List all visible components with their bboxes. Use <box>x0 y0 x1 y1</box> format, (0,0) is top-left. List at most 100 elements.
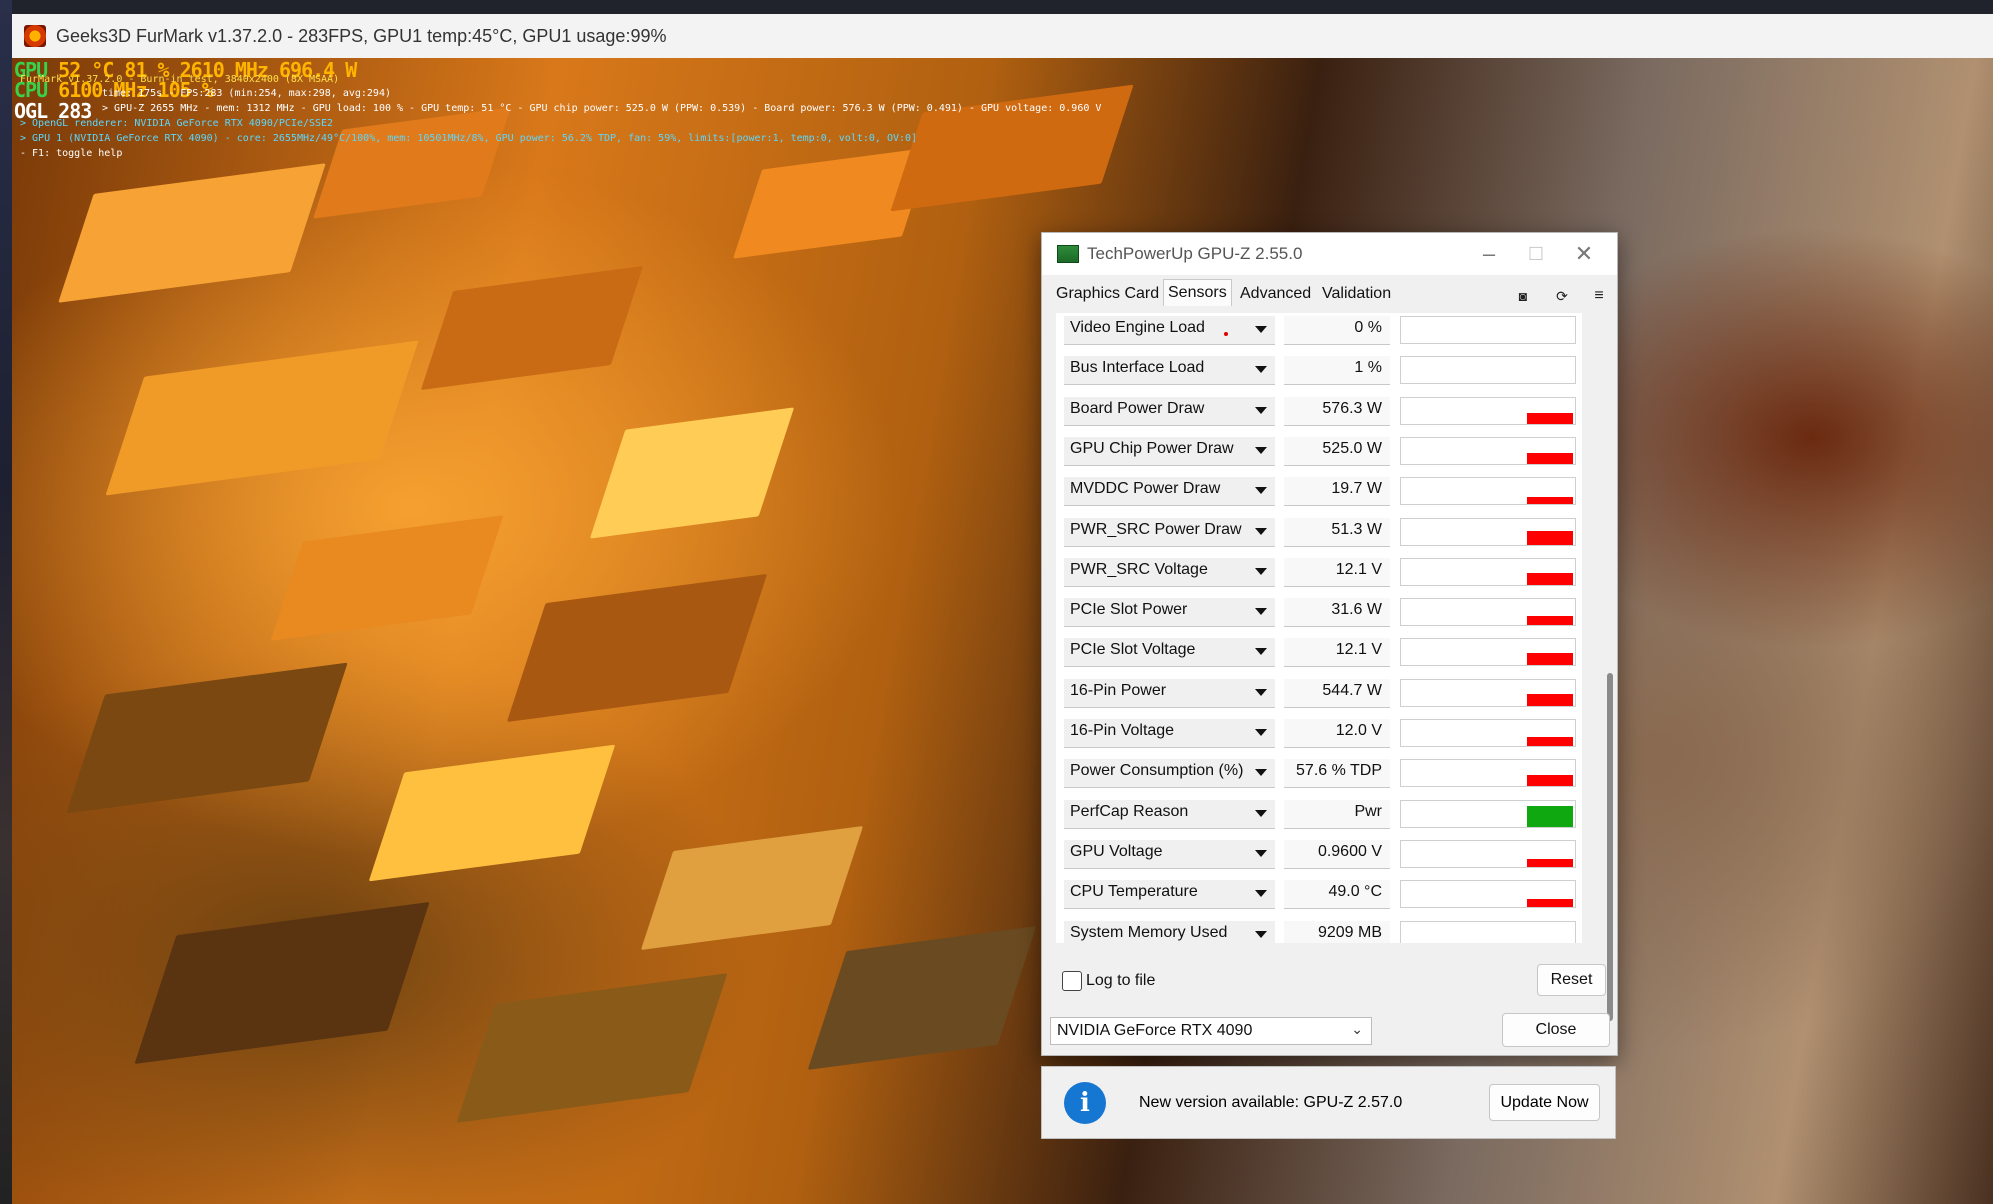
scrollbar-thumb[interactable] <box>1607 673 1613 1021</box>
sensor-value: 12.1 V <box>1335 641 1382 659</box>
maximize-button[interactable]: ☐ <box>1514 239 1558 269</box>
sensor-value: 576.3 W <box>1322 399 1382 417</box>
sensor-name-dropdown[interactable]: MVDDC Power Draw <box>1064 477 1275 507</box>
sensor-name-dropdown[interactable]: PCIe Slot Voltage <box>1064 638 1275 668</box>
sensor-name: PCIe Slot Voltage <box>1070 641 1196 659</box>
dropdown-arrow-icon <box>1255 406 1267 414</box>
sensor-graph <box>1400 598 1576 627</box>
sensor-value: 51.3 W <box>1331 520 1382 538</box>
refresh-icon[interactable]: ⟳ <box>1553 287 1571 305</box>
sensor-name-dropdown[interactable]: 16-Pin Voltage <box>1064 719 1275 748</box>
sensor-row: GPU Chip Power Draw 525.0 W <box>1056 434 1582 466</box>
sensor-name-dropdown[interactable]: PWR_SRC Voltage <box>1064 557 1275 587</box>
dropdown-arrow-icon <box>1255 769 1267 777</box>
sensor-name-dropdown[interactable]: PerfCap Reason <box>1064 799 1275 829</box>
sensor-value: 31.6 W <box>1331 601 1382 619</box>
sensor-row: Board Power Draw 576.3 W <box>1056 394 1582 426</box>
tab-graphics-card[interactable]: Graphics Card <box>1052 281 1163 307</box>
tab-advanced[interactable]: Advanced <box>1236 281 1315 307</box>
sensor-row: Bus Interface Load 1 % <box>1056 353 1582 386</box>
sensor-graph <box>1400 557 1576 586</box>
sensor-graph-bar <box>1527 858 1573 867</box>
sensor-name-dropdown[interactable]: PCIe Slot Power <box>1064 598 1275 628</box>
sensor-value-box: 57.6 % TDP <box>1284 759 1390 789</box>
update-now-button[interactable]: Update Now <box>1489 1084 1600 1121</box>
close-button[interactable]: Close <box>1502 1013 1610 1047</box>
sensor-value-box: 12.1 V <box>1284 557 1390 587</box>
sensor-value-box: Pwr <box>1284 799 1390 829</box>
sensor-row: 16-Pin Voltage 12.0 V <box>1056 716 1582 748</box>
sensor-value-box: 19.7 W <box>1284 477 1390 507</box>
sensor-name: PWR_SRC Voltage <box>1070 560 1208 578</box>
sensor-graph <box>1400 477 1576 506</box>
sensor-graph-bar <box>1527 805 1573 827</box>
sensor-value-box: 51.3 W <box>1284 517 1390 547</box>
menu-icon[interactable]: ≡ <box>1590 287 1608 305</box>
sensor-graph <box>1400 678 1576 707</box>
sensor-name: Bus Interface Load <box>1070 359 1205 377</box>
gpuz-window-title: TechPowerUp GPU-Z 2.55.0 <box>1087 244 1303 263</box>
info-icon: i <box>1064 1082 1106 1124</box>
furmark-titlebar[interactable]: Geeks3D FurMark v1.37.2.0 - 283FPS, GPU1… <box>12 14 1993 59</box>
sensor-name-dropdown[interactable]: CPU Temperature <box>1064 880 1275 910</box>
gpuz-window: TechPowerUp GPU-Z 2.55.0 – ☐ ✕ Graphics … <box>1041 232 1618 1056</box>
sensor-value-box: 0.9600 V <box>1284 839 1390 869</box>
hud-line-help: - F1: toggle help <box>20 148 123 159</box>
log-to-file-checkbox[interactable] <box>1062 971 1082 991</box>
sensor-graph-bar <box>1527 899 1573 908</box>
sensor-name-dropdown[interactable]: GPU Chip Power Draw <box>1064 436 1275 466</box>
sensor-graph-bar <box>1527 572 1573 585</box>
sensor-graph-bar <box>1527 737 1573 746</box>
sensor-value: 19.7 W <box>1331 480 1382 498</box>
sensor-graph-bar <box>1527 616 1573 626</box>
sensor-name-dropdown[interactable]: System Memory Used <box>1064 920 1275 943</box>
sensor-name: PCIe Slot Power <box>1070 601 1188 619</box>
sensor-list[interactable]: Video Engine Load 0 % Bus Interface Load 1 … <box>1056 313 1604 943</box>
sensor-value: 12.1 V <box>1335 560 1382 578</box>
dropdown-arrow-icon <box>1255 930 1267 938</box>
furmark-logo-icon <box>24 25 46 47</box>
sensor-row: GPU Voltage 0.9600 V <box>1056 837 1582 869</box>
reset-button[interactable]: Reset <box>1537 964 1606 996</box>
sensor-value: 0.9600 V <box>1317 842 1382 860</box>
sensor-name: CPU Temperature <box>1070 883 1198 901</box>
sensor-value: 1 % <box>1354 359 1382 377</box>
sensor-name-dropdown[interactable]: Video Engine Load <box>1064 316 1275 345</box>
close-icon[interactable]: ✕ <box>1562 239 1606 269</box>
tab-sensors[interactable]: Sensors <box>1163 279 1232 306</box>
sensor-name: 16-Pin Power <box>1070 681 1167 699</box>
gpu-device-select[interactable]: NVIDIA GeForce RTX 4090 ⌄ <box>1050 1017 1372 1045</box>
sensor-name-dropdown[interactable]: Bus Interface Load <box>1064 356 1275 386</box>
sensor-value: 544.7 W <box>1322 681 1382 699</box>
sensor-name-dropdown[interactable]: Board Power Draw <box>1064 396 1275 426</box>
activity-dot-icon <box>1224 332 1228 336</box>
hud-line-fps: time: 175s - FPS:283 (min:254, max:298, … <box>102 88 391 99</box>
sensor-graph-bar <box>1527 412 1573 424</box>
chevron-down-icon: ⌄ <box>1351 1021 1363 1037</box>
sensor-name-dropdown[interactable]: GPU Voltage <box>1064 839 1275 869</box>
log-to-file-label[interactable]: Log to file <box>1086 972 1155 990</box>
minimize-button[interactable]: – <box>1467 239 1511 269</box>
gpuz-tabbar: Graphics Card Sensors Advanced Validatio… <box>1042 277 1617 309</box>
sensor-graph-bar <box>1527 693 1573 706</box>
camera-icon[interactable]: ◙ <box>1514 287 1532 305</box>
sensor-scrollbar[interactable] <box>1604 313 1614 1021</box>
sensor-name: System Memory Used <box>1070 923 1228 941</box>
sensor-value-box: 525.0 W <box>1284 436 1390 466</box>
sensor-row: MVDDC Power Draw 19.7 W <box>1056 474 1582 507</box>
sensor-name-dropdown[interactable]: 16-Pin Power <box>1064 678 1275 708</box>
sensor-value-box: 12.0 V <box>1284 719 1390 748</box>
sensor-value-box: 576.3 W <box>1284 396 1390 426</box>
sensor-name-dropdown[interactable]: Power Consumption (%) <box>1064 759 1275 789</box>
gpuz-titlebar[interactable]: TechPowerUp GPU-Z 2.55.0 – ☐ ✕ <box>1042 233 1617 275</box>
dropdown-arrow-icon <box>1255 688 1267 696</box>
dropdown-arrow-icon <box>1255 487 1267 495</box>
sensor-row: Video Engine Load 0 % <box>1056 313 1582 345</box>
sensor-name-dropdown[interactable]: PWR_SRC Power Draw <box>1064 517 1275 547</box>
sensor-value: 9209 MB <box>1317 923 1382 941</box>
tab-validation[interactable]: Validation <box>1318 281 1395 307</box>
sensor-graph <box>1400 356 1576 385</box>
desktop-edge <box>0 0 12 1204</box>
sensor-graph-bar <box>1527 452 1573 464</box>
sensor-graph-bar <box>1527 497 1573 505</box>
